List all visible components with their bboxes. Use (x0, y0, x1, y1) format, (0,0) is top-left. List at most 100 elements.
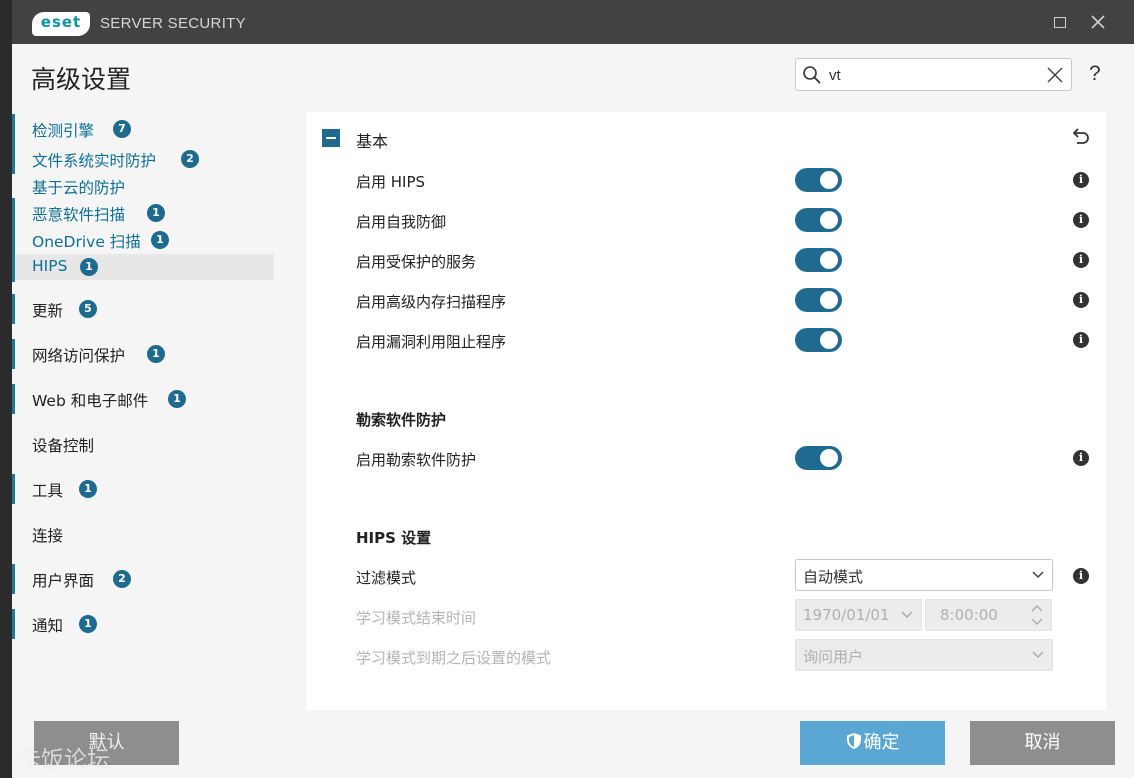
toggle-knob (820, 331, 838, 349)
sidebar-item-label: 网络访问保护 (32, 347, 126, 365)
enable-self-defense-toggle[interactable] (795, 208, 842, 232)
enable-self-defense-label: 启用自我防御 (356, 213, 447, 231)
mode-after-expiry-value: 询问用户 (803, 648, 864, 666)
count-badge: 1 (147, 345, 165, 363)
enable-protected-service-label: 启用受保护的服务 (356, 253, 477, 271)
info-icon[interactable]: i (1073, 332, 1089, 348)
cancel-button[interactable]: 取消 (970, 721, 1115, 765)
sidebar-item-connection[interactable]: 连接 (12, 521, 274, 547)
app-title: SERVER SECURITY (100, 15, 246, 32)
sidebar-item-label: 文件系统实时防护 (32, 152, 157, 170)
section-title: 基本 (356, 132, 389, 151)
help-icon[interactable]: ? (1089, 62, 1101, 86)
title-bar[interactable]: eset SERVER SECURITY (12, 0, 1134, 44)
sidebar-item-tools[interactable]: 工具 1 (12, 474, 274, 504)
ransomware-heading: 勒索软件防护 (356, 411, 447, 429)
clear-search-icon[interactable] (1045, 65, 1065, 85)
toggle-knob (820, 211, 838, 229)
page-title: 高级设置 (31, 65, 132, 94)
sidebar-item-label: 检测引擎 (32, 122, 95, 140)
sidebar-item-update[interactable]: 更新 5 (12, 294, 274, 324)
sidebar-item-label: 工具 (32, 482, 64, 500)
collapse-icon[interactable] (322, 129, 340, 147)
learning-end-date-picker[interactable]: 1970/01/01 (795, 599, 922, 631)
toggle-knob (820, 251, 838, 269)
sidebar-item-label: 通知 (32, 617, 64, 635)
sidebar-item-hips[interactable]: HIPS 1 (12, 252, 274, 282)
search-box[interactable] (795, 58, 1072, 91)
close-window-button[interactable] (1086, 10, 1110, 34)
advanced-settings-window: eset SERVER SECURITY 高级设置 ? 检测引擎 7 文件系统实… (12, 0, 1134, 778)
enable-hips-label: 启用 HIPS (356, 173, 426, 191)
learning-mode-end-label: 学习模式结束时间 (356, 609, 477, 627)
count-badge: 7 (113, 120, 131, 138)
learning-end-date-value: 1970/01/01 (803, 606, 890, 624)
info-icon[interactable]: i (1073, 172, 1089, 188)
enable-exploit-blocker-label: 启用漏洞利用阻止程序 (356, 333, 507, 351)
info-icon[interactable]: i (1073, 568, 1089, 584)
filter-mode-select[interactable]: 自动模式 (795, 559, 1053, 591)
close-icon (1091, 15, 1105, 29)
enable-advanced-memory-scanner-label: 启用高级内存扫描程序 (356, 293, 507, 311)
toggle-knob (820, 449, 838, 467)
search-icon (803, 66, 821, 84)
info-icon[interactable]: i (1073, 252, 1089, 268)
mode-after-expiry-label: 学习模式到期之后设置的模式 (356, 649, 552, 667)
shield-icon (846, 733, 861, 749)
enable-protected-service-toggle[interactable] (795, 248, 842, 272)
enable-hips-toggle[interactable] (795, 168, 842, 192)
sidebar-item-label: 用户界面 (32, 572, 95, 590)
revert-icon[interactable] (1069, 125, 1091, 147)
spinner-arrows-icon[interactable] (1031, 603, 1043, 627)
sidebar-item-onedrive-scan[interactable]: OneDrive 扫描 1 (12, 225, 274, 255)
sidebar-item-detection-engine[interactable]: 检测引擎 7 (12, 114, 274, 144)
mode-after-expiry-select[interactable]: 询问用户 (795, 639, 1053, 671)
ok-button-label: 确定 (863, 732, 900, 753)
maximize-icon (1054, 17, 1066, 28)
toggle-knob (820, 171, 838, 189)
filter-mode-label: 过滤模式 (356, 569, 417, 587)
sidebar-item-label: Web 和电子邮件 (32, 392, 149, 410)
count-badge: 1 (79, 480, 97, 498)
sidebar-item-notifications[interactable]: 通知 1 (12, 609, 274, 639)
search-input[interactable] (829, 65, 1029, 85)
info-icon[interactable]: i (1073, 212, 1089, 228)
sidebar-item-device-control[interactable]: 设备控制 (12, 431, 274, 457)
sidebar-item-web-email[interactable]: Web 和电子邮件 1 (12, 384, 274, 414)
count-badge: 1 (80, 258, 98, 276)
filter-mode-value: 自动模式 (803, 568, 864, 586)
enable-advanced-memory-scanner-toggle[interactable] (795, 288, 842, 312)
sidebar-item-malware-scan[interactable]: 恶意软件扫描 1 (12, 198, 274, 228)
maximize-button[interactable] (1048, 10, 1072, 34)
enable-exploit-blocker-toggle[interactable] (795, 328, 842, 352)
count-badge: 1 (147, 204, 165, 222)
forum-watermark: 卡饭论坛 (18, 747, 110, 773)
sidebar-item-realtime-protection[interactable]: 文件系统实时防护 2 (12, 144, 274, 174)
ok-button[interactable]: 确定 (800, 721, 945, 765)
chevron-down-icon (1032, 571, 1044, 579)
sidebar-item-label: OneDrive 扫描 (32, 233, 141, 251)
sidebar-item-label: 连接 (32, 527, 64, 545)
info-icon[interactable]: i (1073, 450, 1089, 466)
count-badge: 1 (168, 390, 186, 408)
chevron-down-icon (901, 611, 913, 619)
sidebar-item-label: 恶意软件扫描 (32, 206, 126, 224)
enable-ransomware-toggle[interactable] (795, 446, 842, 470)
count-badge: 2 (181, 150, 199, 168)
sidebar-item-label: 设备控制 (32, 437, 95, 455)
sidebar-item-cloud-protection[interactable]: 基于云的防护 (12, 173, 274, 199)
count-badge: 1 (79, 615, 97, 633)
eset-logo: eset (32, 12, 90, 36)
sidebar-item-network-protection[interactable]: 网络访问保护 1 (12, 339, 274, 369)
count-badge: 2 (113, 570, 131, 588)
info-icon[interactable]: i (1073, 292, 1089, 308)
sidebar-item-label: HIPS (32, 257, 68, 275)
chevron-down-icon (1032, 651, 1044, 659)
sidebar-item-label: 基于云的防护 (32, 179, 126, 197)
count-badge: 5 (79, 300, 97, 318)
sidebar-item-user-interface[interactable]: 用户界面 2 (12, 564, 274, 594)
learning-end-time-spinner[interactable]: 8:00:00 (925, 599, 1052, 631)
count-badge: 1 (151, 231, 169, 249)
sidebar-item-label: 更新 (32, 302, 64, 320)
enable-ransomware-label: 启用勒索软件防护 (356, 451, 477, 469)
